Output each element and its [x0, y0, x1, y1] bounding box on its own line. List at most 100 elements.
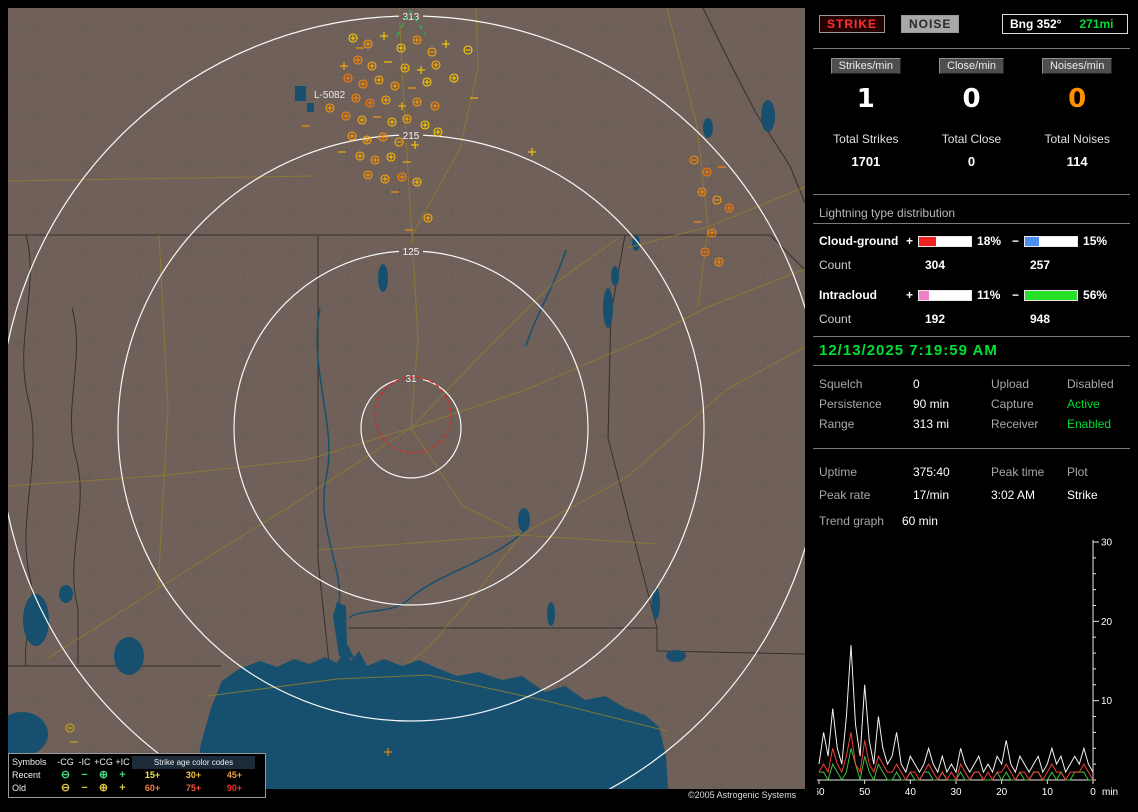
- legend-cell: +IC: [115, 757, 130, 767]
- cg-plus-count: 304: [925, 258, 946, 272]
- svg-text:10: 10: [1101, 696, 1113, 707]
- legend-cell: -IC: [78, 757, 91, 767]
- intracloud-label: Intracloud: [819, 288, 878, 302]
- ring-label: 31: [405, 374, 417, 385]
- svg-text:min: min: [1102, 787, 1118, 798]
- svg-text:40: 40: [905, 787, 917, 798]
- persistence-value: 90 min: [913, 397, 950, 411]
- svg-text:60: 60: [817, 787, 825, 798]
- upload-status: Disabled: [1067, 377, 1114, 391]
- peak-rate-label: Peak rate: [819, 487, 871, 502]
- plus-sign: +: [906, 288, 914, 302]
- cg-minus-bar: [1024, 235, 1079, 247]
- squelch-value: 0: [913, 377, 920, 391]
- nexstorm-app: { "window": { "copyright": "©2005 Astrog…: [0, 0, 1138, 812]
- capture-status: Active: [1067, 397, 1100, 411]
- minus-sign: −: [1012, 288, 1020, 302]
- divider: [813, 194, 1130, 195]
- range-label: Range: [819, 417, 855, 431]
- ring-label: 215: [403, 131, 420, 142]
- age-code: 45+: [226, 770, 243, 780]
- svg-text:20: 20: [996, 787, 1008, 798]
- ic-plus-bar: [918, 289, 973, 301]
- peak-time-value: 3:02 AM: [991, 487, 1036, 502]
- datetime-display: 12/13/2025 7:19:59 AM: [813, 336, 1130, 366]
- control-panel: STRIKE NOISE Bng 352° 271mi Strikes/min …: [813, 8, 1130, 804]
- trend-graph: 10 20 30 60 50 40 30 20 10 0 min: [817, 538, 1118, 798]
- strike-map[interactable]: 313 215 125 31 L-5082: [0, 7, 824, 812]
- peak-time-label: Peak time: [991, 464, 1045, 479]
- legend-cell: -CG: [57, 757, 74, 767]
- receiver-status: Enabled: [1067, 417, 1112, 431]
- noises-per-min-button[interactable]: Noises/min: [1041, 58, 1113, 74]
- plot-label: Plot: [1067, 464, 1088, 479]
- age-code: 30+: [185, 770, 202, 780]
- noise-indicator[interactable]: NOISE: [901, 15, 960, 33]
- legend-symbol: −: [81, 782, 88, 794]
- legend-symbol: ⊕: [98, 782, 109, 794]
- distribution-title: Lightning type distribution: [813, 206, 1130, 224]
- capture-label: Capture: [991, 397, 1034, 411]
- map-canvas[interactable]: 31321512531 L-5082: [0, 7, 824, 812]
- ic-minus-pct: 56%: [1083, 288, 1108, 302]
- legend-symbol: ⊖: [60, 782, 71, 794]
- storm-cell-label: L-5082: [314, 90, 346, 101]
- receiver-label: Receiver: [991, 417, 1039, 431]
- total-strikes-label: Total Strikes: [833, 132, 899, 146]
- ic-minus-count: 948: [1030, 312, 1051, 326]
- legend-symbol: −: [81, 769, 88, 781]
- cg-minus-count: 257: [1030, 258, 1051, 272]
- close-per-min-value: 0: [962, 84, 981, 114]
- ic-minus-bar: [1024, 289, 1079, 301]
- cg-minus-pct: 15%: [1083, 234, 1108, 248]
- svg-text:30: 30: [1101, 538, 1113, 549]
- strikes-per-min-value: 1: [856, 84, 875, 114]
- strikes-per-min-button[interactable]: Strikes/min: [830, 58, 902, 74]
- bearing-distance: 271mi: [1079, 17, 1114, 31]
- squelch-label: Squelch: [819, 377, 863, 391]
- total-noises-value: 114: [1066, 154, 1088, 169]
- cg-plus-pct: 18%: [977, 234, 1002, 248]
- cloud-ground-label: Cloud-ground: [819, 234, 899, 248]
- total-strikes-value: 1701: [851, 154, 881, 169]
- peak-rate-value: 17/min: [913, 487, 950, 502]
- ic-plus-pct: 11%: [977, 288, 1001, 302]
- total-close-value: 0: [967, 154, 976, 169]
- legend-symbol: +: [119, 782, 126, 794]
- legend-cell: +CG: [94, 757, 113, 767]
- cg-plus-bar: [918, 235, 973, 247]
- upload-label: Upload: [991, 377, 1030, 391]
- svg-text:10: 10: [1042, 787, 1054, 798]
- strike-indicator[interactable]: STRIKE: [819, 15, 886, 33]
- legend-symbol: ⊕: [98, 769, 109, 781]
- age-code: 15+: [144, 770, 161, 780]
- persistence-label: Persistence: [819, 397, 882, 411]
- ic-plus-count: 192: [925, 312, 946, 326]
- total-close-label: Total Close: [941, 132, 1002, 146]
- total-noises-label: Total Noises: [1044, 132, 1110, 146]
- copyright-text: ©2005 Astrogenic Systems: [688, 790, 797, 800]
- svg-text:0: 0: [1090, 787, 1096, 798]
- legend-cell: Symbols: [12, 757, 47, 767]
- uptime-value: 375:40: [913, 464, 950, 479]
- ring-label: 125: [403, 247, 420, 258]
- uptime-label: Uptime: [819, 464, 858, 479]
- plus-sign: +: [906, 234, 914, 248]
- svg-text:50: 50: [859, 787, 871, 798]
- range-value: 313 mi: [913, 417, 950, 431]
- divider: [813, 448, 1130, 449]
- legend-symbol: +: [119, 769, 126, 781]
- age-code: 90+: [226, 783, 243, 793]
- count-label: Count: [819, 258, 852, 272]
- map-legend: Symbols -CG -IC +CG +IC Strike age color code…: [8, 753, 266, 798]
- legend-cell: Old: [12, 783, 27, 793]
- legend-cell: Recent: [12, 770, 41, 780]
- plot-value: Strike: [1067, 487, 1098, 502]
- legend-grid: Symbols -CG -IC +CG +IC Strike age color code…: [12, 756, 262, 795]
- age-code: 60+: [144, 783, 161, 793]
- count-label: Count: [819, 312, 852, 326]
- close-per-min-button[interactable]: Close/min: [939, 58, 1004, 74]
- bearing-box: Bng 352° 271mi: [1002, 14, 1128, 34]
- noises-per-min-value: 0: [1068, 84, 1087, 114]
- svg-text:20: 20: [1101, 617, 1113, 628]
